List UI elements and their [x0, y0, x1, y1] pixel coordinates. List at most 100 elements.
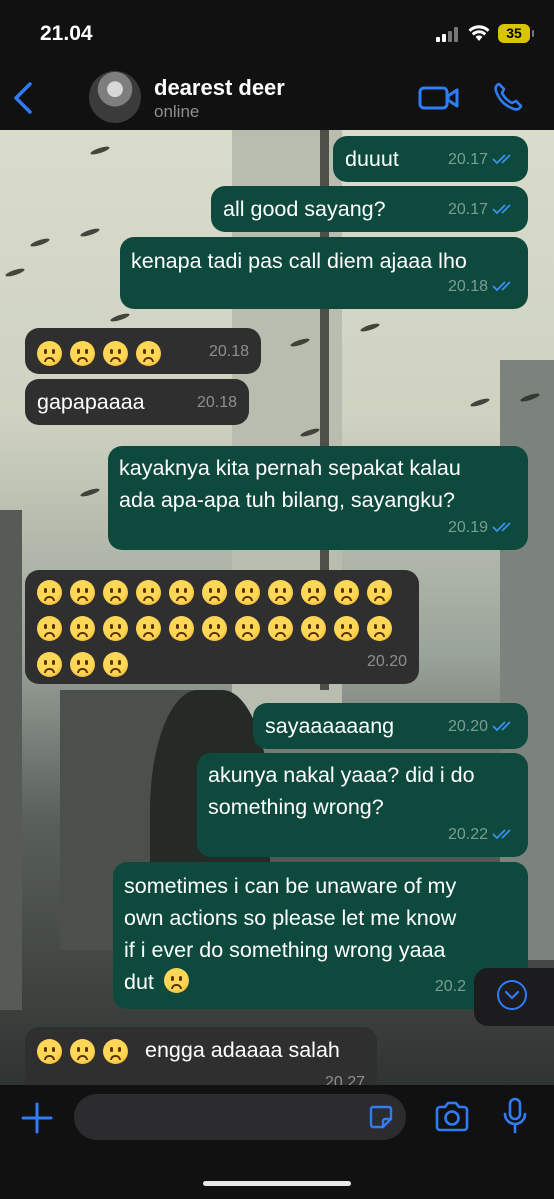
plus-icon[interactable] [20, 1101, 54, 1135]
frowning-face-icon [136, 580, 161, 605]
message-time: 20.20 [447, 718, 488, 735]
frowning-face-icon [103, 341, 128, 366]
message-text: kenapa tadi pas call diem ajaaa lho [131, 249, 467, 273]
frowning-face-icon [37, 1039, 62, 1064]
double-check-icon [492, 720, 516, 732]
message-time: 20.19 [447, 519, 488, 536]
message-outgoing[interactable]: kenapa tadi pas call diem ajaaa lho 20.1… [120, 237, 528, 309]
avatar[interactable] [89, 71, 141, 123]
message-text-line: dut [124, 966, 197, 998]
message-time: 20.18 [208, 343, 249, 360]
frowning-face-icon [169, 580, 194, 605]
double-check-icon [492, 203, 516, 215]
camera-icon[interactable] [434, 1101, 470, 1133]
contact-presence: online [154, 102, 200, 121]
wallpaper-building [0, 510, 22, 1010]
message-incoming[interactable]: 20.18 [25, 328, 261, 374]
microphone-icon[interactable] [502, 1097, 528, 1135]
frowning-face-icon [169, 616, 194, 641]
message-incoming[interactable]: gapapaaaa 20.18 [25, 379, 249, 425]
message-text-line: kayaknya kita pernah sepakat kalau [119, 456, 461, 480]
cellular-signal-icon [436, 26, 462, 42]
frowning-face-icon [70, 580, 95, 605]
phone-icon[interactable] [492, 81, 524, 113]
message-outgoing[interactable]: akunya nakal yaaa? did i do something wr… [197, 753, 528, 857]
frowning-face-icon [235, 616, 260, 641]
message-incoming[interactable]: engga adaaaa salah 20.27 [25, 1027, 377, 1085]
message-text-line: ada apa-apa tuh bilang, sayangku? [119, 488, 455, 512]
frowning-face-icon [37, 616, 62, 641]
message-time: 20.18 [196, 394, 237, 411]
contact-name[interactable]: dearest deer [154, 75, 285, 101]
frowning-face-icon [334, 616, 359, 641]
message-time: 20.20 [366, 653, 407, 670]
scroll-to-bottom-button[interactable] [474, 968, 554, 1026]
message-text-line: something wrong? [208, 795, 384, 819]
message-meta: 20.17 [448, 194, 516, 226]
wallpaper-bird [109, 312, 131, 323]
wallpaper-bird [4, 267, 26, 278]
home-indicator [203, 1181, 351, 1186]
frowning-face-icon [268, 616, 293, 641]
frowning-face-icon [103, 580, 128, 605]
frowning-face-icon [70, 616, 95, 641]
message-meta: 20.18 [209, 336, 249, 368]
message-outgoing[interactable]: duuut 20.17 [333, 136, 528, 182]
status-time: 21.04 [40, 22, 93, 45]
message-outgoing[interactable]: all good sayang? 20.17 [211, 186, 528, 232]
message-time: 20.27 [324, 1074, 365, 1085]
frowning-face-icon [70, 652, 95, 677]
message-incoming[interactable]: 20.20 [25, 570, 419, 684]
message-meta: 20.20 [448, 711, 516, 743]
message-text: duuut [345, 147, 399, 171]
frowning-face-icon [103, 652, 128, 677]
wifi-icon [468, 25, 490, 41]
message-time: 20.18 [447, 278, 488, 295]
frowning-face-icon [202, 616, 227, 641]
message-text: gapapaaaa [37, 390, 145, 414]
status-bar: 21.04 35 [0, 0, 554, 64]
frowning-face-icon [136, 341, 161, 366]
video-camera-icon[interactable] [418, 84, 460, 112]
message-emoji [37, 578, 400, 686]
frowning-face-icon [136, 616, 161, 641]
message-time: 20.22 [447, 826, 488, 843]
double-check-icon [492, 521, 516, 533]
frowning-face-icon [202, 580, 227, 605]
frowning-face-icon [70, 341, 95, 366]
double-check-icon [492, 153, 516, 165]
frowning-face-icon [163, 968, 189, 993]
message-outgoing[interactable]: sayaaaaaang 20.20 [253, 703, 528, 749]
chevron-left-icon[interactable] [10, 80, 38, 116]
sticker-icon[interactable] [368, 1104, 394, 1130]
frowning-face-icon [37, 580, 62, 605]
wallpaper-bird [79, 487, 101, 498]
frowning-face-icon [70, 1039, 95, 1064]
message-text-word: dut [124, 970, 154, 994]
frowning-face-icon [268, 580, 293, 605]
message-meta: 20.22 [448, 819, 516, 851]
message-text: all good sayang? [223, 197, 386, 221]
message-emoji [37, 339, 169, 371]
message-meta: 20.20 [367, 646, 407, 678]
message-text-line: sometimes i can be unaware of my [124, 874, 457, 898]
message-outgoing[interactable]: sometimes i can be unaware of my own act… [113, 862, 528, 1009]
message-time: 20.17 [447, 201, 488, 218]
chat-header: dearest deer online [0, 64, 554, 130]
message-text: engga adaaaa salah [145, 1038, 340, 1062]
frowning-face-icon [37, 341, 62, 366]
wallpaper-bird [469, 397, 491, 408]
frowning-face-icon [235, 580, 260, 605]
chat-area[interactable]: duuut 20.17 all good sayang? 20.17 kenap… [0, 130, 554, 1085]
message-meta: 20.17 [448, 144, 516, 176]
battery-icon: 35 [498, 24, 534, 43]
message-input[interactable] [74, 1094, 406, 1140]
message-outgoing[interactable]: kayaknya kita pernah sepakat kalau ada a… [108, 446, 528, 550]
message-emoji [37, 1037, 136, 1069]
frowning-face-icon [301, 616, 326, 641]
chevron-down-icon [497, 980, 527, 1010]
frowning-face-icon [103, 1039, 128, 1064]
double-check-icon [492, 280, 516, 292]
frowning-face-icon [103, 616, 128, 641]
wallpaper-bird [29, 237, 51, 248]
